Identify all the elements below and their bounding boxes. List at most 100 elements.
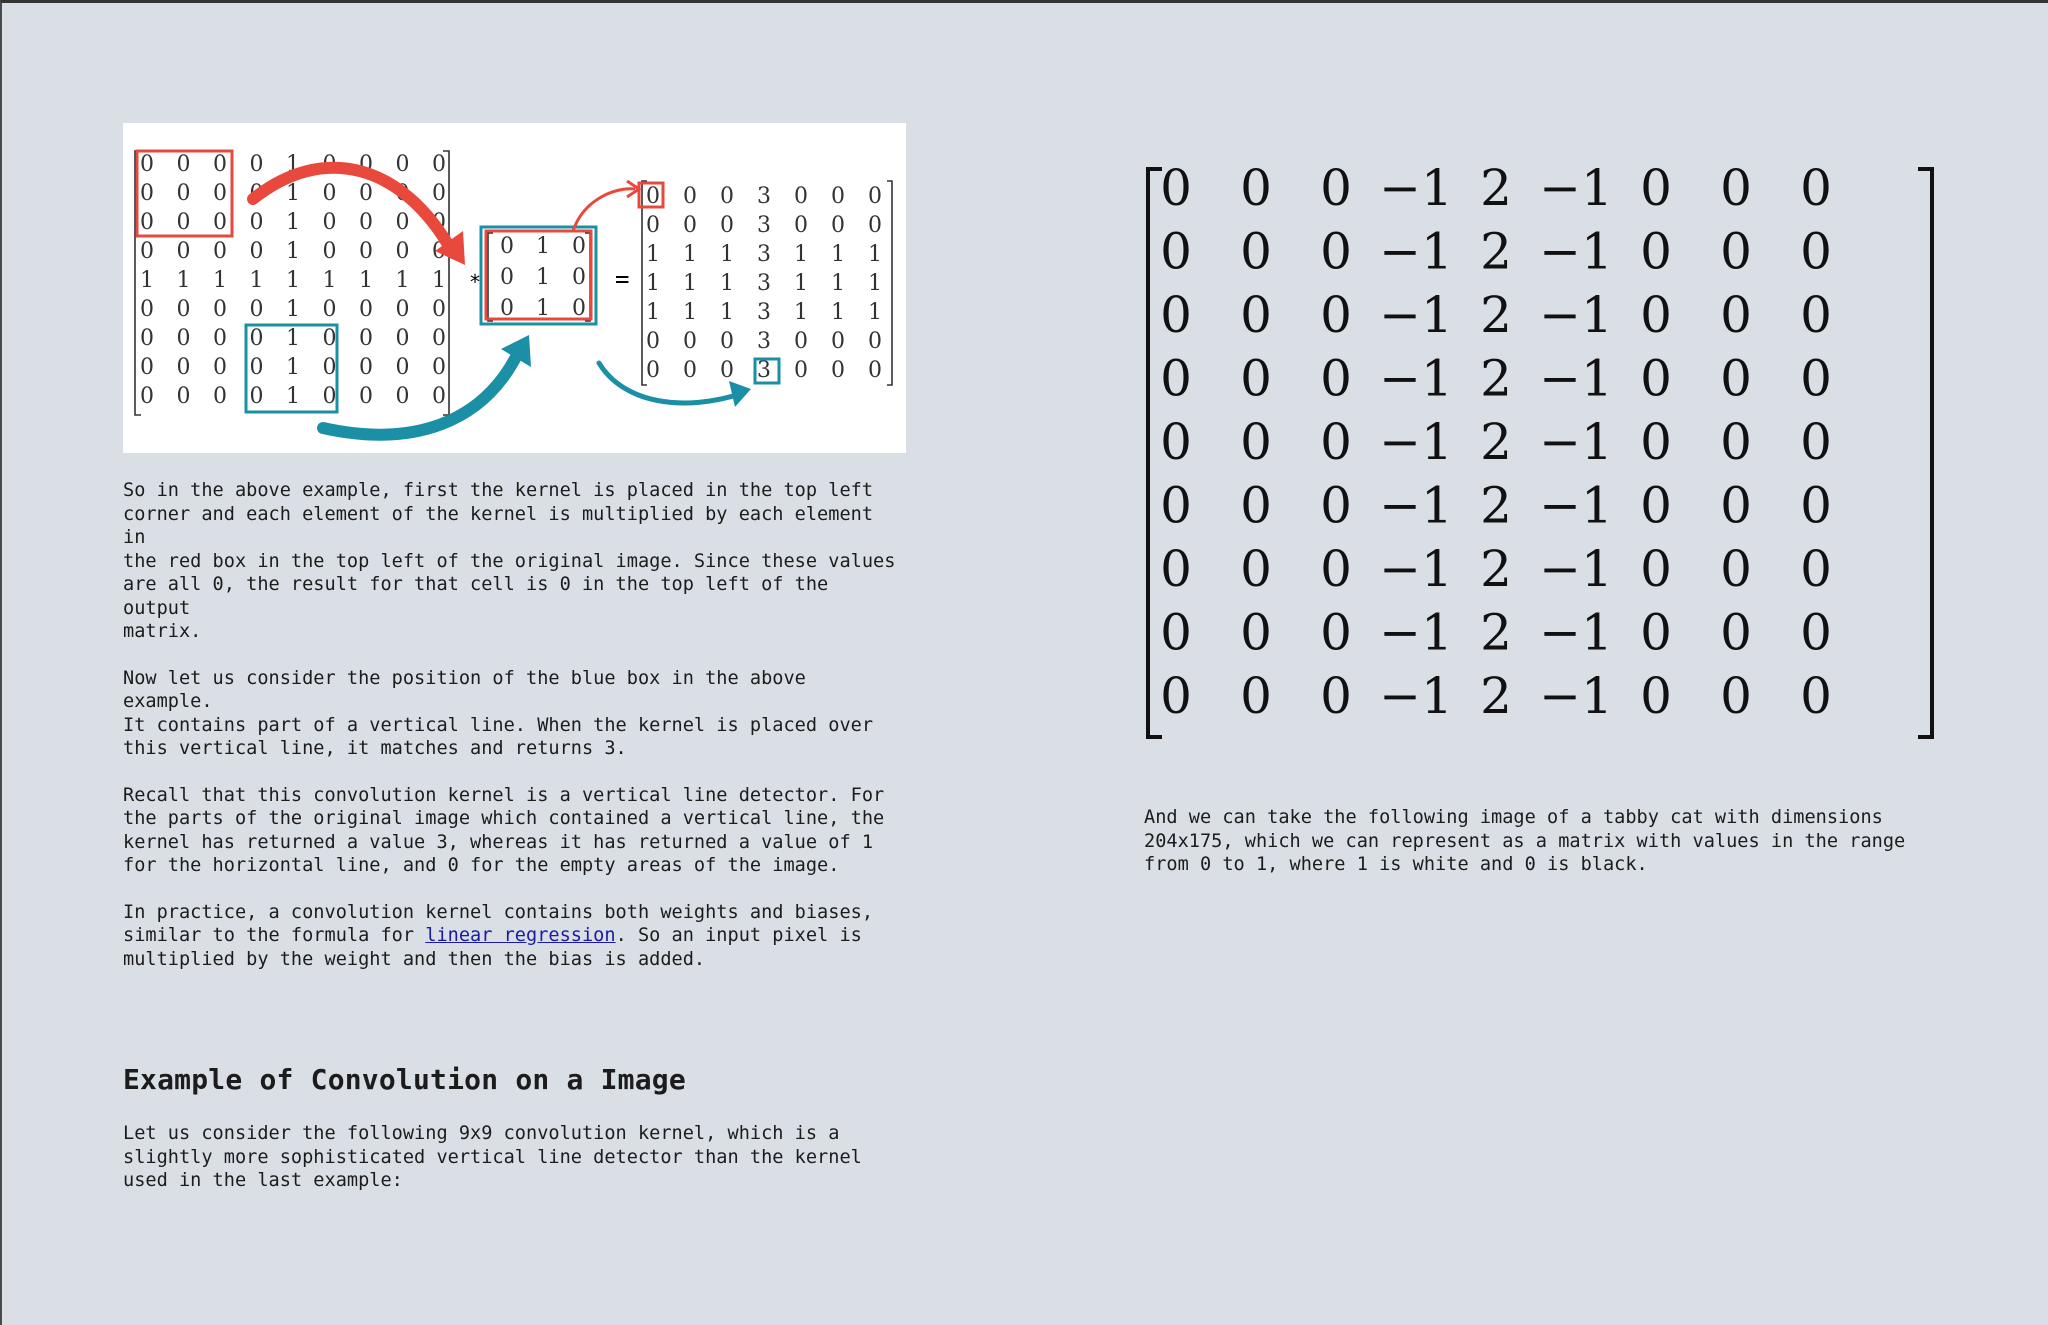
input-matrix-cell: 0	[213, 152, 227, 177]
input-matrix-cell: 1	[286, 181, 300, 206]
kernel-9x9-cell: −1	[1379, 350, 1453, 408]
output-matrix-cell: 3	[757, 329, 771, 354]
input-matrix-cell: 1	[286, 384, 300, 409]
kernel-9x9-cell: 2	[1480, 477, 1512, 535]
kernel-9x9-cell: −1	[1379, 604, 1453, 662]
output-matrix-cell: 1	[794, 242, 808, 267]
kernel-9x9-cell: −1	[1539, 286, 1613, 344]
kernel-9x9-cell: 0	[1320, 477, 1352, 535]
linear-regression-link[interactable]: linear regression	[425, 925, 615, 946]
input-matrix-cell: 0	[140, 181, 154, 206]
input-matrix-cell: 0	[177, 326, 191, 351]
input-matrix-cell: 0	[359, 355, 373, 380]
kernel-9x9-cell: 0	[1240, 477, 1272, 535]
output-matrix-cell: 0	[720, 329, 734, 354]
kernel-9x9-cell: −1	[1539, 159, 1613, 217]
kernel-9x9-cell: 0	[1320, 667, 1352, 725]
input-matrix-cell: 1	[286, 326, 300, 351]
red-arrow-to-output	[571, 187, 636, 232]
kernel-9x9-cell: 0	[1720, 604, 1752, 662]
output-matrix-cell: 0	[868, 358, 882, 383]
input-matrix-cell: 0	[432, 297, 446, 322]
kernel-9x9-cell: 2	[1480, 223, 1512, 281]
kernel-matrix-cell: 1	[536, 234, 550, 259]
kernel-9x9-cell: 0	[1160, 159, 1192, 217]
input-matrix-cell: 1	[286, 268, 300, 293]
kernel-9x9-cell: 0	[1240, 286, 1272, 344]
convolution-example-figure: 0000100000000100000000100000000100001111…	[123, 123, 906, 453]
output-matrix-cell: 1	[868, 242, 882, 267]
kernel-matrix-cell: 0	[572, 265, 586, 290]
output-matrix-cell: 0	[646, 358, 660, 383]
output-matrix-cell: 0	[646, 213, 660, 238]
kernel-9x9-cell: 0	[1800, 477, 1832, 535]
input-matrix-cell: 0	[140, 152, 154, 177]
output-matrix-cell: 3	[757, 300, 771, 325]
input-matrix-cell: 0	[323, 326, 337, 351]
kernel-9x9-cell: 0	[1160, 223, 1192, 281]
kernel-9x9-cell: 0	[1240, 604, 1272, 662]
output-matrix-cell: 3	[757, 213, 771, 238]
kernel-matrix-cell: 1	[536, 265, 550, 290]
input-matrix-cell: 0	[432, 152, 446, 177]
kernel-9x9-cell: 0	[1160, 604, 1192, 662]
kernel-9x9-cell: 0	[1320, 604, 1352, 662]
output-matrix-cell: 1	[831, 300, 845, 325]
input-matrix-cell: 1	[250, 268, 264, 293]
input-matrix-cell: 0	[250, 152, 264, 177]
kernel-9x9-cell: 0	[1240, 350, 1272, 408]
output-matrix-cell: 0	[683, 358, 697, 383]
kernel-9x9-cell: 0	[1240, 540, 1272, 598]
input-matrix-cell: 0	[213, 181, 227, 206]
input-matrix-cell: 0	[213, 297, 227, 322]
input-matrix-cell: 0	[359, 239, 373, 264]
kernel-9x9-cell: 0	[1320, 413, 1352, 471]
kernel-9x9-matrix: 0 0 0 −1 2 −1 0 0 00 0 0 −1 2 −1 0 0 00 0 0 −1 2 −1 0 0 00 0 0 −1 2−…	[1146, 159, 1934, 739]
kernel-9x9-cell: −1	[1379, 540, 1453, 598]
left-column: 0000100000000100000000100000000100001111…	[123, 123, 906, 1216]
kernel-9x9-cell: 0	[1800, 350, 1832, 408]
kernel-9x9-cell: 0	[1640, 159, 1672, 217]
input-matrix-cell: 1	[396, 268, 410, 293]
input-matrix-cell: 0	[177, 181, 191, 206]
kernel-9x9-cell: 2	[1480, 604, 1512, 662]
kernel-9x9-cell: 0	[1640, 413, 1672, 471]
teal-arrow-to-kernel	[317, 347, 524, 441]
input-matrix-cell: 0	[250, 355, 264, 380]
output-matrix-cell: 0	[831, 358, 845, 383]
kernel-matrix-cell: 0	[572, 234, 586, 259]
input-matrix-cell: 0	[432, 181, 446, 206]
input-matrix-cell: 0	[396, 210, 410, 235]
input-matrix-cell: 1	[140, 268, 154, 293]
kernel-9x9-cell: 0	[1800, 413, 1832, 471]
input-matrix-cell: 0	[396, 239, 410, 264]
output-matrix-cell: 0	[794, 184, 808, 209]
kernel-9x9-cell: −1	[1539, 477, 1613, 535]
kernel-9x9-cell: 0	[1800, 604, 1832, 662]
kernel-9x9-cell: 0	[1800, 540, 1832, 598]
output-matrix-cell: 0	[868, 213, 882, 238]
output-matrix-cell: 0	[683, 213, 697, 238]
kernel-9x9-cell: 0	[1240, 413, 1272, 471]
kernel-9x9-cell: −1	[1539, 413, 1613, 471]
input-matrix-cell: 0	[396, 326, 410, 351]
output-matrix-cell: 0	[831, 329, 845, 354]
input-matrix-cell: 0	[177, 239, 191, 264]
output-matrix-cell: 0	[720, 213, 734, 238]
paragraph-tabby-cat: And we can take the following image of a…	[1144, 807, 1906, 875]
kernel-9x9-cell: −1	[1379, 223, 1453, 281]
input-matrix-cell: 0	[359, 297, 373, 322]
input-matrix-cell: 0	[177, 384, 191, 409]
kernel-9x9-cell: −1	[1539, 604, 1613, 662]
kernel-9x9-cell: 0	[1720, 667, 1752, 725]
output-matrix-cell: 1	[720, 242, 734, 267]
kernel-9x9-cell: −1	[1379, 667, 1453, 725]
input-matrix-cell: 0	[140, 384, 154, 409]
input-matrix-cell: 0	[140, 210, 154, 235]
kernel-matrix-cell: 0	[500, 265, 514, 290]
input-matrix-cell: 1	[286, 355, 300, 380]
input-matrix-cell: 0	[396, 384, 410, 409]
kernel-9x9-cell: 0	[1800, 223, 1832, 281]
input-matrix-cell: 1	[177, 268, 191, 293]
output-matrix-cell: 1	[646, 271, 660, 296]
